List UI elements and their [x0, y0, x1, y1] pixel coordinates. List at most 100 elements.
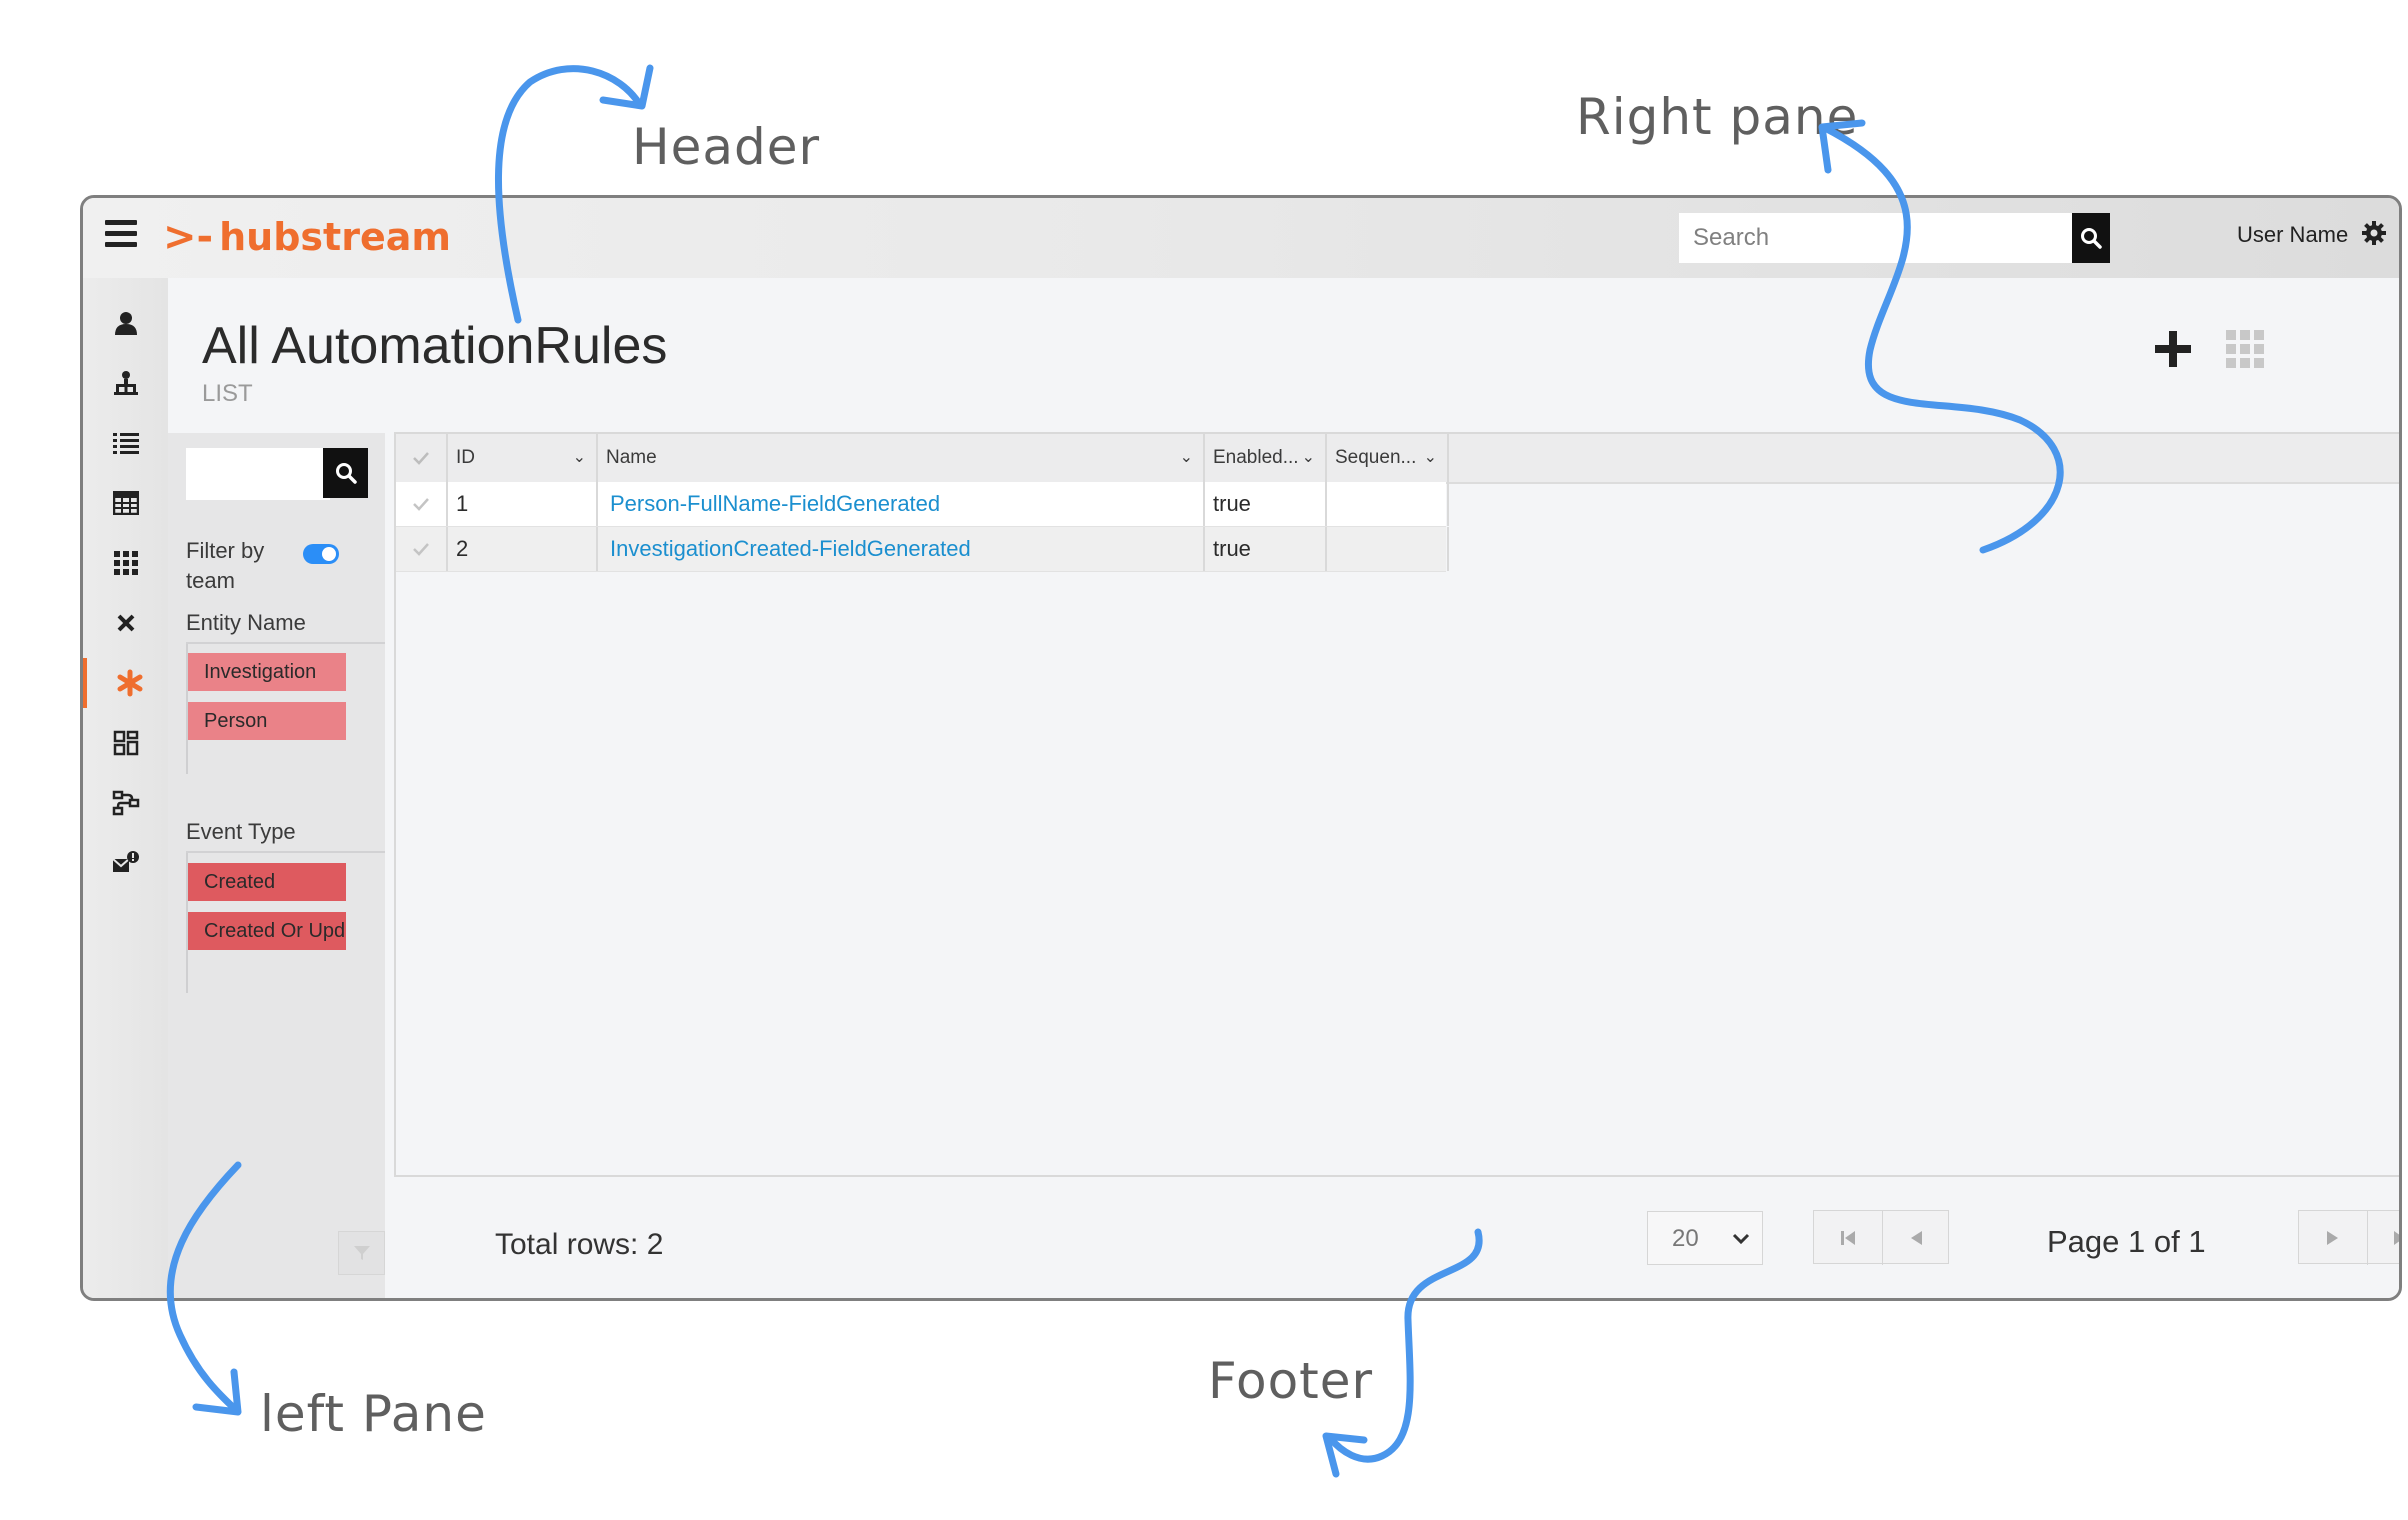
page-title: All AutomationRules [202, 317, 668, 375]
nav-organization[interactable] [83, 358, 168, 408]
mail-alert-icon [111, 851, 139, 872]
page-size-value: 20 [1672, 1225, 1699, 1252]
logo: >- hubstream [163, 212, 451, 262]
filter-pane: Filter by team Entity Name Investigation… [168, 433, 385, 1298]
page-size-select[interactable]: 20 [1647, 1211, 1763, 1265]
rule-link[interactable]: InvestigationCreated-FieldGenerated [598, 527, 1205, 571]
next-page-button[interactable] [2299, 1211, 2368, 1265]
add-button[interactable] [2152, 328, 2194, 375]
column-header-name[interactable]: Name ⌄ [598, 434, 1205, 482]
table-row[interactable]: 2 InvestigationCreated-FieldGenerated tr… [396, 527, 1449, 572]
previous-page-icon [1911, 1231, 1922, 1245]
check-icon [413, 543, 429, 556]
column-label: Name [606, 447, 657, 468]
divider [186, 642, 385, 644]
asterisk-icon [117, 669, 142, 697]
table-row[interactable]: 1 Person-FullName-FieldGenerated true [396, 482, 1449, 527]
cell-sequence [1327, 482, 1449, 526]
filter-by-team-label: Filter by team [186, 538, 265, 593]
entity-chip-person[interactable]: Person [188, 702, 346, 740]
column-header-sequence[interactable]: Sequen... ⌄ [1327, 434, 1449, 482]
column-header-enabled[interactable]: Enabled... ⌄ [1205, 434, 1327, 482]
workflow-icon [112, 790, 139, 816]
chevron-down-icon: ⌄ [1301, 449, 1315, 466]
cell-enabled: true [1205, 527, 1327, 571]
chevron-down-icon: ⌄ [1179, 449, 1193, 466]
nav-automation-rules[interactable] [83, 658, 172, 708]
data-grid: ID ⌄ Name ⌄ Enabled... ⌄ Sequen... ⌄ 1 Perso… [394, 432, 2399, 1177]
event-chip-created[interactable]: Created [188, 863, 346, 901]
footer-arrowhead-icon [1322, 1432, 1368, 1478]
cell-id: 1 [448, 482, 598, 526]
nav-dashboard[interactable] [83, 718, 168, 768]
cell-sequence [1327, 527, 1449, 571]
page-subtitle: LIST [202, 380, 253, 407]
annotation-right-pane: Right pane [1576, 88, 1859, 146]
last-page-icon [2394, 1231, 2399, 1245]
more-icon [2400, 340, 2402, 354]
search-button[interactable] [2072, 213, 2110, 263]
page-info: Page 1 of 1 [2047, 1224, 2206, 1259]
column-header-id[interactable]: ID ⌄ [448, 434, 598, 482]
gear-icon [2362, 221, 2386, 245]
cell-enabled: true [1205, 482, 1327, 526]
column-label: Sequen... [1335, 447, 1417, 468]
pager-left-group [1813, 1210, 1950, 1265]
check-icon [413, 498, 429, 511]
nav-mail-alerts[interactable] [83, 838, 168, 888]
nav-rail [83, 278, 170, 1298]
filter-toggle-button[interactable] [338, 1231, 385, 1275]
search-icon [2081, 228, 2102, 249]
row-checkbox[interactable] [396, 527, 448, 571]
nav-close[interactable] [83, 598, 168, 648]
grid-header: ID ⌄ Name ⌄ Enabled... ⌄ Sequen... ⌄ [396, 434, 2399, 484]
nav-list[interactable] [83, 418, 168, 468]
divider [186, 851, 385, 853]
close-icon [117, 614, 134, 632]
filter-search-button[interactable] [323, 448, 368, 498]
last-page-button[interactable] [2367, 1211, 2399, 1265]
first-page-icon [1841, 1231, 1855, 1245]
logo-text: hubstream [219, 215, 451, 259]
next-page-icon [2327, 1231, 2338, 1245]
more-button[interactable] [2400, 340, 2402, 359]
select-all-checkbox[interactable] [396, 434, 448, 482]
previous-page-button[interactable] [1882, 1211, 1950, 1265]
nav-workflow[interactable] [83, 778, 168, 828]
nav-people[interactable] [83, 298, 168, 348]
rule-link[interactable]: Person-FullName-FieldGenerated [598, 482, 1205, 526]
check-icon [413, 452, 429, 465]
header-bar: >- hubstream User Name [83, 198, 2399, 278]
column-label: Enabled... [1213, 447, 1299, 468]
event-type-label: Event Type [186, 819, 296, 844]
row-checkbox[interactable] [396, 482, 448, 526]
plus-icon [2155, 331, 2191, 367]
chevron-down-icon: ⌄ [572, 449, 586, 466]
event-chip-created-or-updated[interactable]: Created Or Updated [188, 912, 346, 950]
table-icon [112, 491, 139, 515]
annotation-footer: Footer [1208, 1352, 1374, 1410]
nav-grid[interactable] [83, 538, 168, 588]
filter-by-team-toggle[interactable] [303, 544, 339, 564]
column-label: ID [456, 447, 475, 468]
annotation-header: Header [632, 118, 821, 176]
entity-chip-investigation[interactable]: Investigation [188, 653, 346, 691]
search-icon [335, 463, 357, 484]
pager-right-group [2298, 1210, 2399, 1265]
menu-icon[interactable] [105, 220, 137, 248]
annotation-left-pane: left Pane [260, 1385, 487, 1443]
cell-id: 2 [448, 527, 598, 571]
filter-search-input[interactable] [186, 448, 330, 500]
app-window: >- hubstream User Name [80, 195, 2402, 1301]
nav-table[interactable] [83, 478, 168, 528]
dashboard-icon [113, 730, 138, 756]
grid-view-button[interactable] [2226, 330, 2264, 373]
chevron-down-icon [1732, 1233, 1750, 1245]
grid-icon [113, 551, 138, 575]
first-page-button[interactable] [1814, 1211, 1883, 1265]
user-name[interactable]: User Name [2237, 222, 2348, 248]
settings-button[interactable] [2361, 220, 2387, 251]
search-input[interactable] [1679, 213, 2075, 263]
person-icon [114, 312, 137, 335]
entity-name-label: Entity Name [186, 610, 306, 635]
